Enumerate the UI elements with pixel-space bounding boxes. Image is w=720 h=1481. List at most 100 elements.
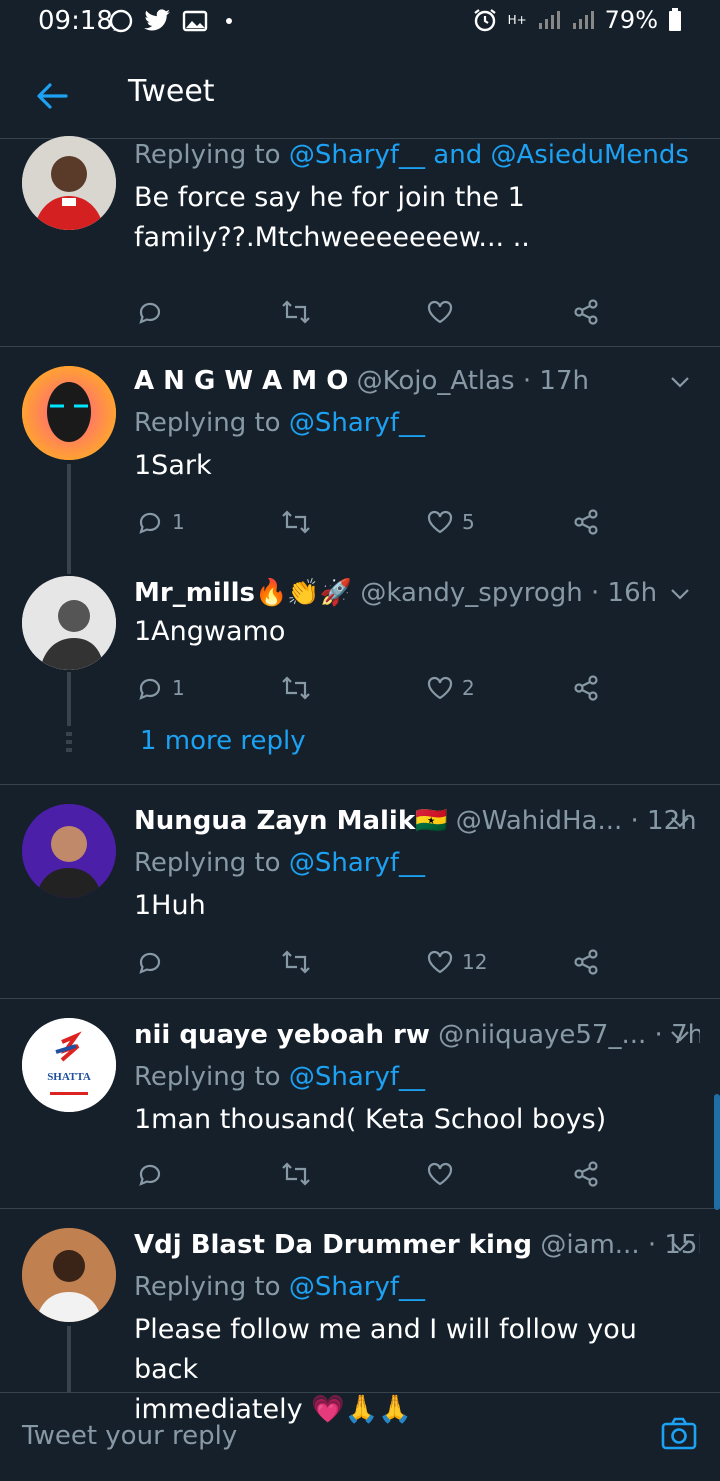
avatar[interactable]: SHATTA xyxy=(22,1018,116,1112)
avatar[interactable] xyxy=(22,366,116,460)
reply-count: 1 xyxy=(172,676,185,700)
share-button[interactable] xyxy=(572,502,600,542)
replying-to: Replying to @Sharyf__ xyxy=(134,408,426,438)
tweet-time: 17h xyxy=(539,366,589,396)
back-arrow-icon[interactable] xyxy=(32,76,72,116)
replying-to: Replying to @Sharyf__ xyxy=(134,848,426,878)
tweet-header: nii quaye yeboah rw @niiquaye57_... · 7h xyxy=(134,1018,700,1052)
display-name[interactable]: A N G W A M O xyxy=(134,366,348,396)
heart-icon xyxy=(427,300,453,324)
whatsapp-icon xyxy=(109,9,133,33)
avatar-logo-text: SHATTA xyxy=(47,1071,91,1083)
heart-icon xyxy=(427,510,453,534)
share-icon xyxy=(574,1161,598,1187)
chevron-down-icon[interactable] xyxy=(668,582,692,606)
thread-connector xyxy=(67,1326,71,1392)
status-time: 09:18 xyxy=(38,6,113,36)
avatar-photo xyxy=(22,576,116,670)
retweet-icon xyxy=(282,510,310,534)
avatar[interactable] xyxy=(22,1228,116,1322)
chevron-down-icon[interactable] xyxy=(668,1234,692,1258)
reply-button[interactable] xyxy=(136,292,164,332)
tweet-text: 1Sark xyxy=(134,450,212,481)
reply-button[interactable]: 1 xyxy=(136,502,185,542)
reply-icon xyxy=(139,1164,161,1186)
avatar[interactable] xyxy=(22,136,116,230)
share-button[interactable] xyxy=(572,292,600,332)
tweet-actions xyxy=(134,292,696,332)
share-button[interactable] xyxy=(572,1154,600,1194)
tweet-text: 1man thousand( Keta School boys) xyxy=(134,1104,607,1135)
heart-icon xyxy=(427,950,453,974)
share-button[interactable] xyxy=(572,942,600,982)
tweet-header: Mr_mills🔥👏🚀 @kandy_spyrogh · 16h xyxy=(134,578,658,608)
twitter-icon xyxy=(144,9,170,31)
display-name[interactable]: Vdj Blast Da Drummer king xyxy=(134,1230,532,1260)
mention-link[interactable]: @Sharyf__ xyxy=(289,140,425,170)
mention-link[interactable]: @Sharyf__ xyxy=(289,848,425,878)
reply-composer[interactable]: Tweet your reply xyxy=(0,1392,720,1481)
reply-icon xyxy=(139,512,161,534)
retweet-icon xyxy=(282,676,310,700)
retweet-button[interactable] xyxy=(280,1154,312,1194)
mention-link[interactable]: @Sharyf__ xyxy=(289,408,425,438)
like-button[interactable]: 2 xyxy=(426,668,475,708)
user-handle[interactable]: @niiquaye57_... xyxy=(438,1020,646,1050)
display-name[interactable]: Mr_mills🔥👏🚀 xyxy=(134,578,352,608)
reply-tweet[interactable]: SHATTA nii quaye yeboah rw @niiquaye57_.… xyxy=(0,998,720,1209)
thread-dots-icon xyxy=(66,732,72,754)
like-count: 2 xyxy=(462,676,475,700)
reply-count: 1 xyxy=(172,510,185,534)
avatar-photo xyxy=(22,1228,116,1322)
avatar-photo: SHATTA xyxy=(22,1018,116,1112)
retweet-button[interactable] xyxy=(280,502,312,542)
tweet-text: 1Huh xyxy=(134,890,206,921)
user-handle[interactable]: @WahidHa... xyxy=(456,806,622,836)
retweet-icon xyxy=(282,1162,310,1186)
reply-input[interactable]: Tweet your reply xyxy=(22,1421,237,1451)
reply-tweet[interactable]: Nungua Zayn Malik🇬🇭 @WahidHa... · 12h Re… xyxy=(0,784,720,999)
tweet-text: Be force say he for join the 1 family??.… xyxy=(134,182,530,253)
like-button[interactable]: 5 xyxy=(426,502,475,542)
thread-connector xyxy=(67,672,71,726)
retweet-button[interactable] xyxy=(280,292,312,332)
notification-dot-icon xyxy=(226,18,232,24)
reply-tweet[interactable]: Replying to @Sharyf__ and @AsieduMends B… xyxy=(0,136,720,347)
reply-tweet[interactable]: Vdj Blast Da Drummer king @iam... · 15h … xyxy=(0,1208,720,1425)
reply-button[interactable] xyxy=(136,942,164,982)
chevron-down-icon[interactable] xyxy=(668,810,692,834)
chevron-down-icon[interactable] xyxy=(668,1024,692,1048)
tweet-time: 16h xyxy=(607,578,658,608)
share-icon xyxy=(574,299,598,325)
tweet-header: Vdj Blast Da Drummer king @iam... · 15h xyxy=(134,1228,700,1262)
mention-link[interactable]: @AsieduMends xyxy=(490,140,689,170)
like-button[interactable] xyxy=(426,292,454,332)
user-handle[interactable]: @Kojo_Atlas xyxy=(357,366,515,396)
like-button[interactable] xyxy=(426,1154,454,1194)
display-name[interactable]: Nungua Zayn Malik🇬🇭 xyxy=(134,806,448,836)
avatar[interactable] xyxy=(22,576,116,670)
reply-button[interactable]: 1 xyxy=(136,668,185,708)
display-name[interactable]: nii quaye yeboah rw xyxy=(134,1020,430,1050)
like-button[interactable]: 12 xyxy=(426,942,487,982)
more-replies-link[interactable]: 1 more reply xyxy=(140,726,306,756)
chevron-down-icon[interactable] xyxy=(668,370,692,394)
share-button[interactable] xyxy=(572,668,600,708)
avatar-photo xyxy=(22,136,116,230)
gallery-icon xyxy=(182,10,208,32)
reply-button[interactable] xyxy=(136,1154,164,1194)
avatar[interactable] xyxy=(22,804,116,898)
mention-link[interactable]: @Sharyf__ xyxy=(289,1272,425,1302)
user-handle[interactable]: @iam... xyxy=(540,1230,639,1260)
mention-link[interactable]: @Sharyf__ xyxy=(289,1062,425,1092)
mobile-data-label: H+ xyxy=(507,13,527,27)
tweet-actions: 1 5 xyxy=(134,502,696,542)
avatar-photo xyxy=(22,804,116,898)
camera-icon[interactable] xyxy=(660,1415,698,1453)
retweet-button[interactable] xyxy=(280,942,312,982)
scrollbar[interactable] xyxy=(714,1094,720,1210)
share-icon xyxy=(574,509,598,535)
retweet-button[interactable] xyxy=(280,668,312,708)
battery-percent: 79% xyxy=(604,6,658,34)
user-handle[interactable]: @kandy_spyrogh xyxy=(360,578,582,608)
